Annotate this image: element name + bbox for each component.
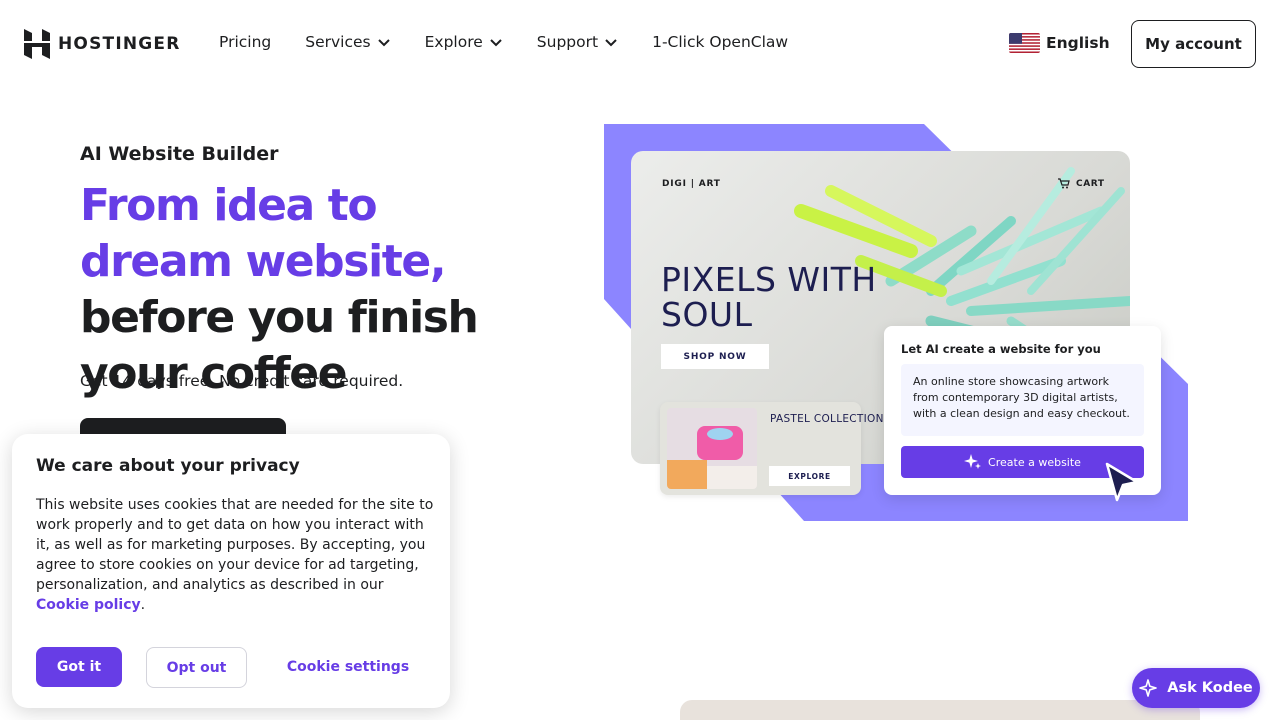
cookie-body-text: This website uses cookies that are neede…: [36, 497, 434, 593]
nav-label: Services: [305, 33, 371, 51]
hostinger-logo[interactable]: HOSTINGER: [24, 29, 181, 59]
ask-kodee-label: Ask Kodee: [1167, 680, 1253, 696]
nav-pricing[interactable]: Pricing: [219, 33, 271, 51]
pastel-collection-image: [667, 408, 757, 489]
main-nav: Pricing Services Explore Support 1-Click…: [219, 33, 822, 51]
opt-out-button[interactable]: Opt out: [146, 647, 247, 688]
mockup-brand: DIGI | ART: [662, 179, 721, 189]
nav-support[interactable]: Support: [537, 33, 618, 51]
ai-prompt-text: An online store showcasing artwork from …: [901, 364, 1144, 436]
ai-card-title: Let AI create a website for you: [901, 342, 1101, 356]
my-account-button[interactable]: My account: [1131, 20, 1256, 68]
nav-label: Support: [536, 33, 599, 51]
sparkle-icon: [964, 454, 982, 469]
nav-explore[interactable]: Explore: [425, 33, 503, 51]
hero-headline: From idea to dream website, before you f…: [80, 178, 520, 402]
site-header: HOSTINGER Pricing Services Explore Suppo…: [0, 0, 1280, 88]
language-label: English: [1046, 34, 1110, 52]
nav-openclaw[interactable]: 1-Click OpenClaw: [652, 33, 788, 51]
headline-accent: From idea to dream website,: [80, 180, 447, 287]
chevron-down-icon: [605, 39, 617, 47]
nav-label: 1-Click OpenClaw: [652, 33, 789, 51]
kodee-sparkle-icon: [1139, 679, 1158, 697]
cart-label: CART: [1076, 178, 1105, 189]
cookie-policy-link[interactable]: Cookie policy: [36, 597, 141, 613]
chevron-down-icon: [490, 39, 502, 47]
mockup-explore-button: EXPLORE: [769, 466, 850, 486]
ask-kodee-button[interactable]: Ask Kodee: [1132, 668, 1260, 708]
nav-label: Pricing: [219, 33, 272, 51]
mockup-cart: CART: [1058, 178, 1105, 189]
cookie-body: This website uses cookies that are neede…: [36, 497, 434, 613]
mockup-title: PIXELS WITH SOUL: [661, 260, 877, 334]
pastel-collection-label: PASTEL COLLECTION: [770, 413, 884, 425]
brand-name: HOSTINGER: [58, 34, 181, 54]
nav-services[interactable]: Services: [305, 33, 390, 51]
hostinger-logo-icon: [24, 29, 50, 59]
language-selector[interactable]: English: [1009, 33, 1110, 53]
cookie-title: We care about your privacy: [36, 456, 300, 476]
mouse-cursor-icon: [1105, 462, 1139, 502]
mockup-shop-now-button: SHOP NOW: [661, 344, 769, 369]
hero-subline: Get 14 days free. No credit card require…: [80, 372, 404, 390]
create-website-label: Create a website: [988, 455, 1081, 469]
cookie-settings-button[interactable]: Cookie settings: [272, 647, 424, 687]
cart-icon: [1058, 178, 1070, 189]
next-section-preview: [680, 700, 1200, 720]
got-it-button[interactable]: Got it: [36, 647, 122, 687]
us-flag-icon: [1009, 33, 1040, 53]
chevron-down-icon: [377, 39, 390, 47]
hero-eyebrow: AI Website Builder: [80, 143, 279, 165]
nav-label: Explore: [424, 33, 483, 51]
